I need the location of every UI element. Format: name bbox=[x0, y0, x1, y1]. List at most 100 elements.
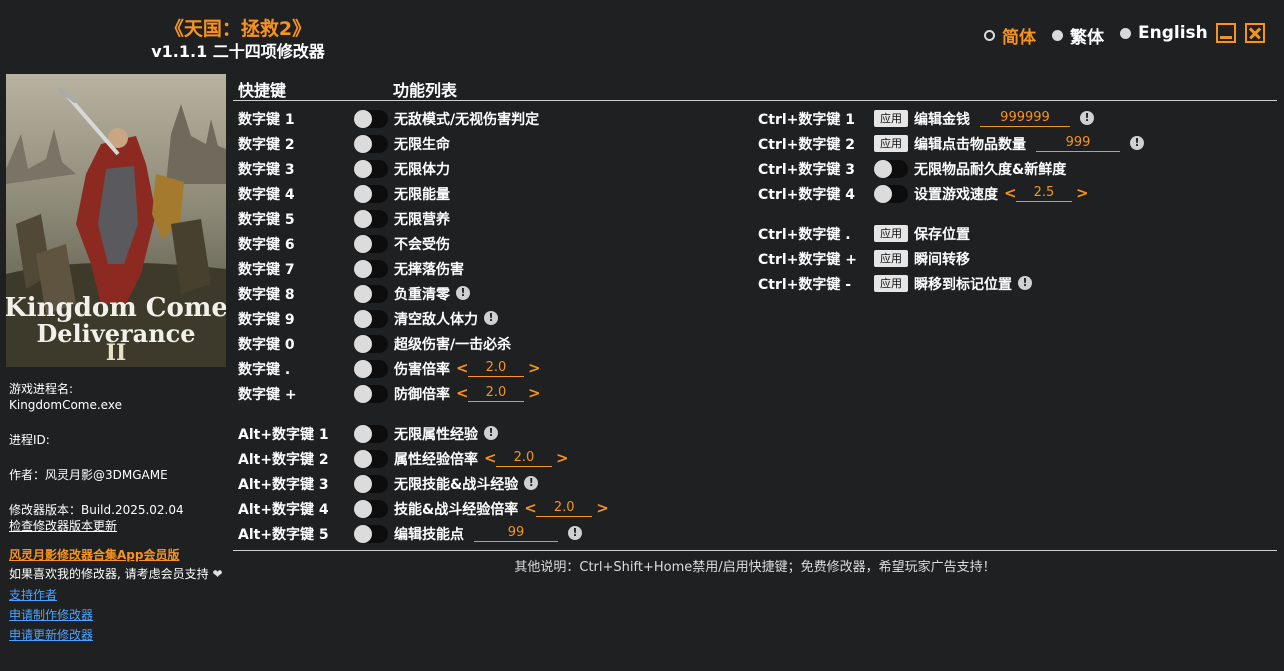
apply-button[interactable]: 应用 bbox=[874, 135, 908, 152]
hotkey-label: Ctrl+数字键 3 bbox=[758, 162, 856, 178]
hotkey-label: Ctrl+数字键 1 bbox=[758, 112, 856, 128]
hotkey-label: Ctrl+数字键 4 bbox=[758, 187, 856, 203]
footer-note: 其他说明：Ctrl+Shift+Home禁用/启用快捷键；免费修改器，希望玩家广… bbox=[514, 560, 996, 575]
increase-arrow[interactable]: > bbox=[1076, 184, 1089, 202]
edit-value-input[interactable]: 999999 bbox=[980, 109, 1070, 127]
feature-toggle[interactable] bbox=[874, 185, 908, 203]
request-make-link[interactable]: 申请制作修改器 bbox=[9, 606, 93, 623]
lang-simplified-option[interactable]: 简体 bbox=[984, 23, 1036, 48]
hotkey-label: 数字键 + bbox=[238, 387, 297, 403]
feature-label: 无限营养 bbox=[394, 212, 450, 228]
value-input[interactable]: 2.0 bbox=[468, 384, 524, 402]
info-icon: ! bbox=[456, 286, 470, 300]
radio-icon bbox=[1052, 30, 1063, 41]
edit-value-input[interactable]: 99 bbox=[474, 524, 558, 542]
feature-toggle[interactable] bbox=[354, 310, 388, 328]
feature-label: 无限能量 bbox=[394, 187, 450, 203]
decrease-arrow[interactable]: < bbox=[524, 499, 537, 517]
feature-label: 保存位置 bbox=[914, 227, 970, 243]
hotkey-label: Alt+数字键 4 bbox=[238, 502, 329, 518]
feature-label: 编辑金钱 bbox=[914, 112, 970, 128]
increase-arrow[interactable]: > bbox=[528, 359, 541, 377]
feature-toggle[interactable] bbox=[354, 110, 388, 128]
apply-button[interactable]: 应用 bbox=[874, 225, 908, 242]
feature-toggle[interactable] bbox=[874, 160, 908, 178]
feature-toggle[interactable] bbox=[354, 450, 388, 468]
decrease-arrow[interactable]: < bbox=[1004, 184, 1017, 202]
feature-toggle[interactable] bbox=[354, 525, 388, 543]
feature-label: 瞬移到标记位置 bbox=[914, 277, 1012, 293]
heart-icon: ❤ bbox=[212, 567, 223, 581]
decrease-arrow[interactable]: < bbox=[456, 384, 469, 402]
radio-icon bbox=[984, 30, 995, 41]
feature-toggle[interactable] bbox=[354, 285, 388, 303]
hotkey-label: 数字键 2 bbox=[238, 137, 295, 153]
request-update-link[interactable]: 申请更新修改器 bbox=[9, 626, 93, 643]
value-input[interactable]: 2.0 bbox=[496, 449, 552, 467]
info-icon: ! bbox=[484, 426, 498, 440]
apply-button[interactable]: 应用 bbox=[874, 250, 908, 267]
app-member-link[interactable]: 风灵月影修改器合集App会员版 bbox=[9, 546, 179, 563]
increase-arrow[interactable]: > bbox=[596, 499, 609, 517]
hotkey-label: Ctrl+数字键 2 bbox=[758, 137, 856, 153]
feature-toggle[interactable] bbox=[354, 160, 388, 178]
hotkey-label: 数字键 1 bbox=[238, 112, 295, 128]
process-name-label: 游戏进程名: bbox=[9, 382, 74, 396]
feature-toggle[interactable] bbox=[354, 385, 388, 403]
hotkey-label: 数字键 . bbox=[238, 362, 291, 378]
minimize-button[interactable] bbox=[1216, 23, 1236, 43]
trainer-build-text: 修改器版本：Build.2025.02.04 bbox=[9, 503, 184, 517]
feature-toggle[interactable] bbox=[354, 235, 388, 253]
edit-value-input[interactable]: 999 bbox=[1036, 134, 1120, 152]
info-icon: ! bbox=[524, 476, 539, 490]
support-text: 如果喜欢我的修改器, 请考虑会员支持 ❤ bbox=[9, 566, 223, 582]
value-input[interactable]: 2.0 bbox=[468, 359, 524, 377]
support-author-link[interactable]: 支持作者 bbox=[9, 586, 57, 603]
value-input[interactable]: 2.5 bbox=[1016, 184, 1072, 202]
increase-arrow[interactable]: > bbox=[556, 449, 569, 467]
feature-label: 技能&战斗经验倍率 bbox=[394, 502, 519, 518]
decrease-arrow[interactable]: < bbox=[456, 359, 469, 377]
info-icon: ! bbox=[484, 311, 498, 325]
lang-label: 简体 bbox=[1002, 28, 1036, 48]
feature-toggle[interactable] bbox=[354, 185, 388, 203]
hotkey-label: 数字键 0 bbox=[238, 337, 295, 353]
feature-toggle[interactable] bbox=[354, 135, 388, 153]
feature-label: 防御倍率 bbox=[394, 387, 450, 403]
value-input[interactable]: 2.0 bbox=[536, 499, 593, 517]
lang-traditional-option[interactable]: 繁体 bbox=[1052, 23, 1104, 48]
lang-english-option[interactable]: English bbox=[1120, 23, 1208, 43]
hotkey-label: 数字键 4 bbox=[238, 187, 295, 203]
feature-toggle[interactable] bbox=[354, 475, 388, 493]
feature-label: 设置游戏速度 bbox=[914, 187, 998, 203]
feature-label: 无限体力 bbox=[394, 162, 450, 178]
feature-label: 不会受伤 bbox=[394, 237, 450, 253]
hotkey-label: Alt+数字键 5 bbox=[238, 527, 329, 543]
info-icon: ! bbox=[1018, 276, 1032, 290]
feature-toggle[interactable] bbox=[354, 210, 388, 228]
apply-button[interactable]: 应用 bbox=[874, 275, 908, 292]
hotkey-label: Alt+数字键 1 bbox=[238, 427, 329, 443]
lang-label: 繁体 bbox=[1070, 28, 1104, 48]
hotkey-label: 数字键 6 bbox=[238, 237, 295, 253]
close-button[interactable] bbox=[1245, 23, 1265, 43]
increase-arrow[interactable]: > bbox=[528, 384, 541, 402]
feature-label: 编辑技能点 bbox=[394, 527, 464, 543]
apply-button[interactable]: 应用 bbox=[874, 110, 908, 127]
info-icon: ! bbox=[1080, 111, 1094, 125]
check-update-link[interactable]: 检查修改器版本更新 bbox=[9, 518, 117, 534]
game-title: 《天国：拯救2》 bbox=[164, 18, 312, 40]
cover-art-icon: Kingdom Come Deliverance II bbox=[6, 74, 226, 367]
process-id-label: 进程ID: bbox=[9, 433, 50, 447]
decrease-arrow[interactable]: < bbox=[484, 449, 497, 467]
feature-toggle[interactable] bbox=[354, 335, 388, 353]
feature-label: 无限生命 bbox=[394, 137, 450, 153]
feature-label: 无限物品耐久度&新鲜度 bbox=[914, 162, 1067, 178]
feature-label: 编辑点击物品数量 bbox=[914, 137, 1026, 153]
feature-toggle[interactable] bbox=[354, 425, 388, 443]
trainer-version: v1.1.1 二十四项修改器 bbox=[151, 42, 325, 61]
feature-toggle[interactable] bbox=[354, 500, 388, 518]
feature-toggle[interactable] bbox=[354, 260, 388, 278]
feature-toggle[interactable] bbox=[354, 360, 388, 378]
feature-label: 伤害倍率 bbox=[394, 362, 450, 378]
